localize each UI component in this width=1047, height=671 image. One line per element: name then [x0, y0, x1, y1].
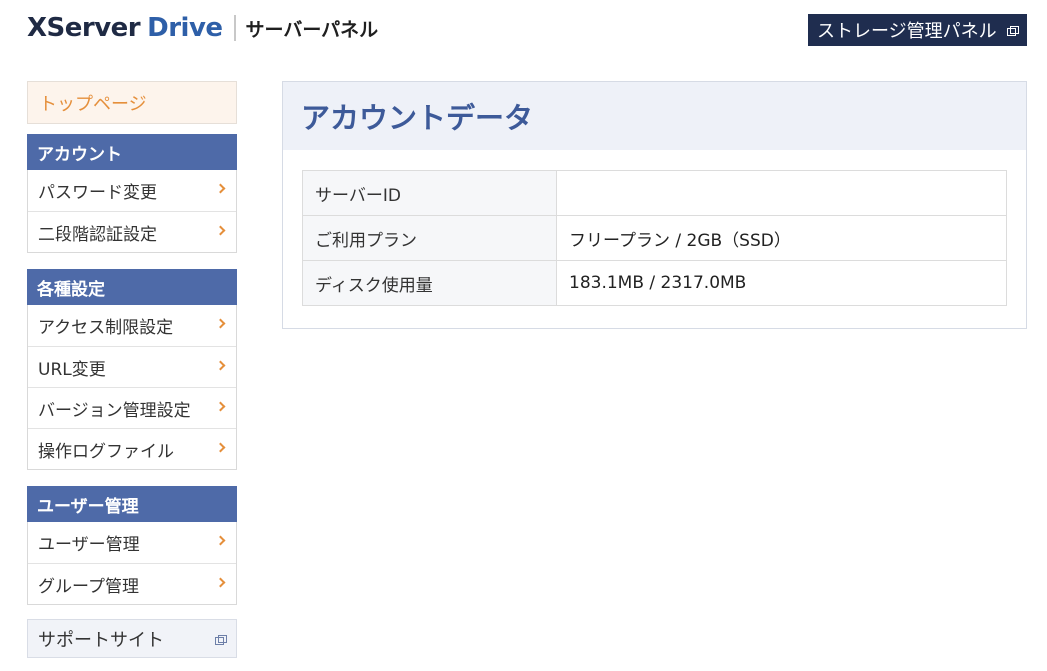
storage-panel-button[interactable]: ストレージ管理パネル — [808, 14, 1027, 46]
row-value: 183.1MB / 2317.0MB — [556, 260, 1007, 306]
support-site-link[interactable]: サポートサイト — [27, 619, 237, 658]
chevron-right-icon — [215, 577, 226, 588]
account-data-table: サーバーID ご利用プラン フリープラン / 2GB（SSD） ディスク使用量 … — [302, 170, 1007, 306]
chevron-right-icon — [215, 318, 226, 329]
chevron-right-icon — [215, 442, 226, 453]
sidebar-item-group-management[interactable]: グループ管理 — [28, 563, 236, 604]
sidebar-item-label: 操作ログファイル — [38, 441, 174, 462]
external-link-icon — [215, 635, 227, 645]
sidebar-item-label: グループ管理 — [38, 576, 139, 597]
sidebar-item-password-change[interactable]: パスワード変更 — [28, 170, 236, 211]
logo-drive: Drive — [147, 13, 223, 43]
row-label: サーバーID — [302, 170, 557, 216]
row-label: ご利用プラン — [302, 215, 557, 261]
table-row: ディスク使用量 183.1MB / 2317.0MB — [302, 260, 1007, 306]
chevron-right-icon — [215, 225, 226, 236]
table-row: ご利用プラン フリープラン / 2GB（SSD） — [302, 215, 1007, 261]
sidebar-group-user-management: ユーザー管理 ユーザー管理 グループ管理 — [27, 486, 237, 605]
support-site-label: サポートサイト — [38, 629, 164, 651]
sidebar-item-label: アクセス制限設定 — [38, 318, 174, 338]
sidebar-item-url-change[interactable]: URL変更 — [28, 346, 236, 387]
page-title: アカウントデータ — [283, 82, 1026, 150]
external-link-icon — [1007, 26, 1019, 36]
sidebar-group-account: アカウント パスワード変更 二段階認証設定 — [27, 134, 237, 253]
account-data-panel: アカウントデータ サーバーID ご利用プラン フリープラン / 2GB（SSD）… — [282, 81, 1027, 329]
xserver-drive-logo[interactable]: X Server Drive サーバーパネル — [27, 12, 378, 44]
sidebar-item-user-management[interactable]: ユーザー管理 — [28, 522, 236, 563]
server-panel-title: サーバーパネル — [245, 18, 379, 41]
sidebar-group-title: アカウント — [27, 134, 237, 170]
logo-divider — [233, 15, 236, 41]
sidebar-group-settings: 各種設定 アクセス制限設定 URL変更 バージョン管理設定 操作ログファイル — [27, 269, 237, 470]
sidebar-item-two-factor-auth[interactable]: 二段階認証設定 — [28, 211, 236, 252]
logo-x: X — [27, 13, 47, 43]
row-value: フリープラン / 2GB（SSD） — [556, 215, 1007, 261]
logo-server: Server — [46, 13, 141, 43]
sidebar-group-title: 各種設定 — [27, 269, 237, 305]
row-value — [556, 170, 1007, 216]
sidebar-item-version-management[interactable]: バージョン管理設定 — [28, 387, 236, 428]
sidebar-item-label: バージョン管理設定 — [38, 400, 191, 421]
chevron-right-icon — [215, 183, 226, 194]
row-label: ディスク使用量 — [302, 260, 557, 306]
chevron-right-icon — [215, 535, 226, 546]
sidebar-group-title: ユーザー管理 — [27, 486, 237, 522]
sidebar-item-label: URL変更 — [38, 359, 106, 380]
sidebar-item-label: 二段階認証設定 — [38, 224, 157, 245]
table-row: サーバーID — [302, 170, 1007, 216]
sidebar-item-top-page[interactable]: トップページ — [27, 81, 237, 124]
sidebar-item-operation-log[interactable]: 操作ログファイル — [28, 428, 236, 469]
sidebar-item-label: パスワード変更 — [38, 183, 157, 203]
storage-panel-label: ストレージ管理パネル — [817, 21, 997, 42]
sidebar: トップページ アカウント パスワード変更 二段階認証設定 各種設定 アクセス制限… — [27, 81, 237, 658]
chevron-right-icon — [215, 401, 226, 412]
sidebar-item-access-restriction[interactable]: アクセス制限設定 — [28, 305, 236, 346]
chevron-right-icon — [215, 360, 226, 371]
sidebar-item-label: ユーザー管理 — [38, 535, 140, 555]
